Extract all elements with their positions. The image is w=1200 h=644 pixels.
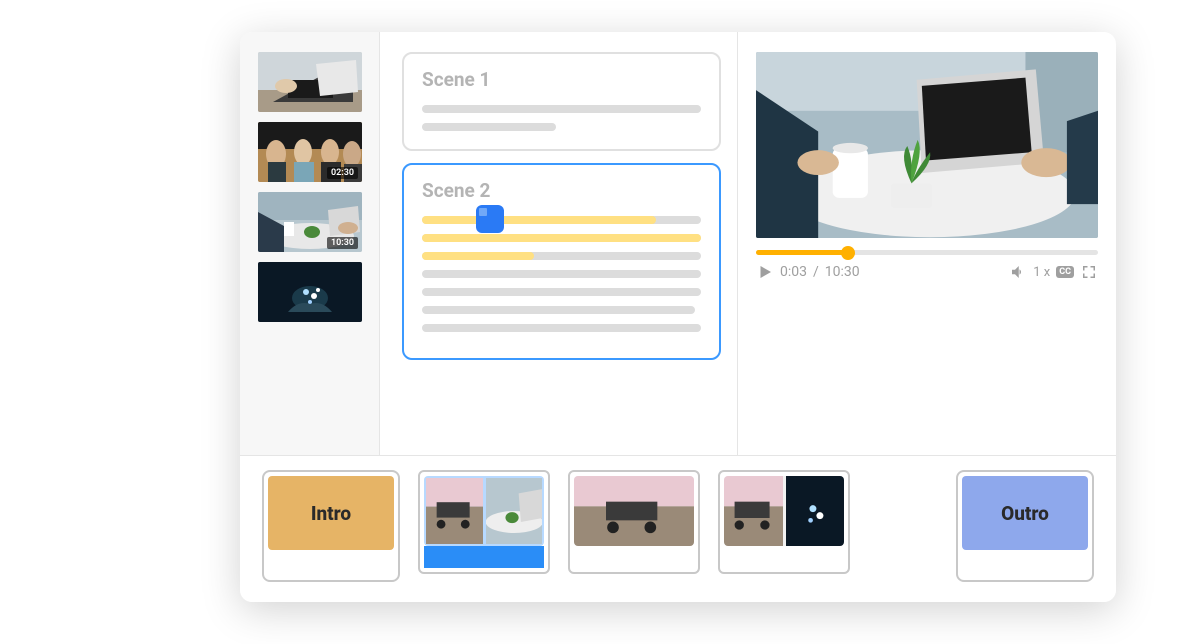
fullscreen-icon[interactable] (1080, 263, 1098, 281)
outro-label: Outro (1001, 502, 1049, 525)
text-line-placeholder (422, 105, 701, 113)
script-line[interactable] (422, 288, 701, 296)
preview-panel: 0:03 / 10:30 1 x CC (738, 32, 1116, 455)
video-preview[interactable] (756, 52, 1098, 238)
timeline-clip[interactable] (418, 470, 550, 574)
clip-thumbnail[interactable] (258, 262, 362, 322)
script-line[interactable] (422, 270, 701, 278)
scene-title: Scene 1 (422, 68, 701, 91)
editor-main-area: 02:30 10:30 (240, 32, 1116, 456)
play-icon[interactable] (756, 263, 774, 281)
clip-duration-badge: 02:30 (327, 167, 358, 179)
timeline-clip[interactable] (568, 470, 700, 574)
clip-library-sidebar: 02:30 10:30 (240, 32, 380, 455)
scene-title: Scene 2 (422, 179, 701, 202)
current-time: 0:03 (780, 264, 807, 280)
total-time: 10:30 (825, 264, 860, 280)
scene-list: Scene 1 Scene 2 (380, 32, 738, 455)
volume-icon[interactable] (1009, 263, 1027, 281)
clip-thumbnail[interactable] (258, 52, 362, 112)
script-line[interactable] (422, 252, 701, 260)
playback-speed[interactable]: 1 x (1033, 265, 1050, 280)
video-progress-track[interactable] (756, 250, 1098, 255)
intro-card[interactable]: Intro (262, 470, 400, 582)
timeline-clip[interactable] (718, 470, 850, 574)
text-line-placeholder (422, 123, 556, 131)
video-progress-thumb[interactable] (841, 246, 855, 260)
cc-icon[interactable]: CC (1056, 266, 1074, 278)
script-line[interactable] (422, 324, 701, 332)
playhead-handle[interactable] (476, 205, 504, 233)
intro-label: Intro (311, 502, 351, 525)
video-progress-fill (756, 250, 848, 255)
timeline-strip: Intro (240, 456, 1116, 602)
scene-card-2[interactable]: Scene 2 (402, 163, 721, 360)
video-editor-window: 02:30 10:30 (240, 32, 1116, 602)
time-separator: / (813, 264, 819, 280)
clip-duration-badge: 10:30 (327, 237, 358, 249)
clip-thumbnail[interactable]: 10:30 (258, 192, 362, 252)
script-line[interactable] (422, 234, 701, 242)
clip-thumbnail[interactable]: 02:30 (258, 122, 362, 182)
outro-card[interactable]: Outro (956, 470, 1094, 582)
player-controls: 0:03 / 10:30 1 x CC (756, 263, 1098, 281)
scene-card-1[interactable]: Scene 1 (402, 52, 721, 151)
script-line[interactable] (422, 306, 695, 314)
script-line[interactable] (422, 216, 701, 224)
